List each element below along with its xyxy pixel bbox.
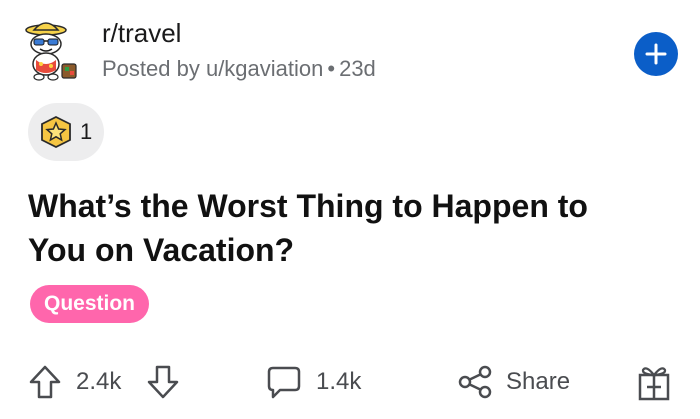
posted-by-line: Posted by u/kgaviation • 23d: [102, 56, 376, 82]
subreddit-name[interactable]: r/travel: [102, 18, 181, 49]
give-award-button[interactable]: [636, 360, 672, 404]
downvote-button[interactable]: [146, 360, 180, 404]
subreddit-avatar[interactable]: [22, 18, 80, 82]
upvote-button[interactable]: [28, 360, 62, 404]
post-header: r/travel Posted by u/kgaviation • 23d: [22, 14, 678, 84]
comment-count: 1.4k: [316, 368, 362, 395]
gift-award-icon: [638, 367, 670, 401]
post-card: r/travel Posted by u/kgaviation • 23d 1 Wh…: [0, 0, 700, 419]
arrow-down-icon: [147, 365, 179, 399]
award-count: 1: [80, 119, 93, 144]
comment-bubble-icon: [267, 366, 301, 399]
join-button[interactable]: [634, 32, 678, 76]
vote-count: 2.4k: [76, 360, 121, 404]
post-title-line-2: You on Vacation?: [28, 232, 295, 268]
share-label: Share: [506, 368, 571, 395]
share-button[interactable]: Share: [456, 360, 570, 404]
posted-by-user[interactable]: Posted by u/kgaviation: [102, 56, 323, 81]
meta-separator: •: [327, 56, 336, 81]
post-title-line-1: What’s the Worst Thing to Happen to: [28, 188, 588, 224]
action-bar: 2.4k 1.4k Share: [0, 352, 700, 412]
plus-icon: [645, 43, 667, 65]
award-badge-icon: [41, 115, 71, 149]
post-age: 23d: [339, 56, 376, 81]
vote-count-label: 2.4k: [76, 368, 122, 395]
post-flair[interactable]: Question: [30, 285, 150, 323]
snoo-avatar-icon: [25, 22, 77, 81]
arrow-up-icon: [29, 365, 61, 399]
award-pill[interactable]: 1: [28, 103, 104, 161]
post-title[interactable]: What’s the Worst Thing to Happen to You …: [28, 184, 668, 272]
comments-button[interactable]: 1.4k: [266, 360, 361, 404]
share-icon: [458, 365, 492, 399]
